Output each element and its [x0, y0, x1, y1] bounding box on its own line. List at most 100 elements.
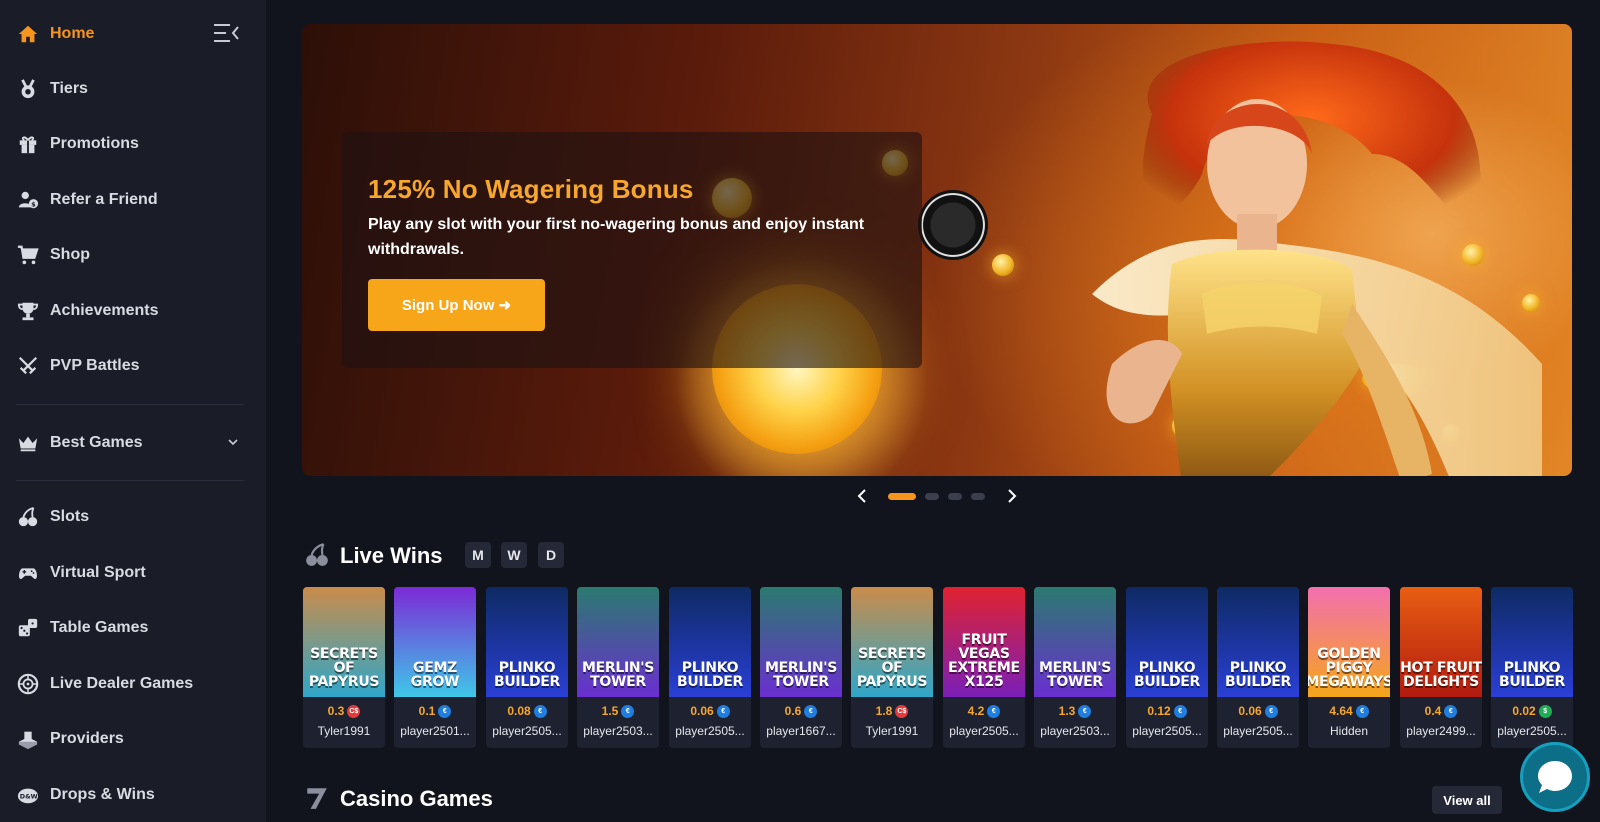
win-card[interactable]: PLINKO BUILDER 0.12 € player2505... — [1126, 587, 1208, 748]
sidebar-item-tiers[interactable]: Tiers — [16, 69, 246, 109]
period-month-button[interactable]: M — [465, 542, 491, 568]
seven-icon — [307, 788, 327, 809]
svg-text:$: $ — [31, 200, 36, 208]
winner-username: player2499... — [1406, 724, 1476, 738]
swords-icon — [16, 354, 40, 378]
period-week-button[interactable]: W — [501, 542, 527, 568]
win-card[interactable]: GEMZ GROW 0.1 € player2501... — [394, 587, 476, 748]
sign-up-now-button[interactable]: Sign Up Now ➜ — [368, 279, 545, 331]
game-thumbnail[interactable]: GOLDEN PIGGY MEGAWAYS — [1308, 587, 1390, 697]
refer-icon: $ — [16, 188, 40, 212]
win-card[interactable]: FRUIT VEGAS EXTREME X125 4.2 € player2505..… — [943, 587, 1025, 748]
game-thumbnail[interactable]: MERLIN'S TOWER — [760, 587, 842, 697]
currency-icon: € — [1078, 704, 1092, 718]
game-title: PLINKO BUILDER — [1224, 660, 1292, 690]
win-card[interactable]: SECRETS OF PAPYRUS 0.3 C$ Tyler1991 — [303, 587, 385, 748]
sidebar-item-refer-a-friend[interactable]: $ Refer a Friend — [16, 180, 246, 220]
win-amount-row: 1.5 € — [577, 704, 659, 718]
win-amount: 0.6 — [784, 704, 802, 718]
sidebar: Home Tiers Promotions $ Refer a Friend S… — [0, 0, 266, 822]
sidebar-item-achievements[interactable]: Achievements — [16, 291, 246, 331]
sidebar-item-pvp-battles[interactable]: PVP Battles — [16, 346, 246, 386]
win-amount: 0.06 — [1238, 704, 1262, 718]
winner-username: player2505... — [949, 724, 1019, 738]
win-card[interactable]: PLINKO BUILDER 0.06 € player2505... — [1217, 587, 1299, 748]
game-thumbnail[interactable]: HOT FRUIT DELIGHTS — [1400, 587, 1482, 697]
game-thumbnail[interactable]: PLINKO BUILDER — [1126, 587, 1208, 697]
game-thumbnail[interactable]: SECRETS OF PAPYRUS — [851, 587, 933, 697]
win-amount: 0.12 — [1147, 704, 1171, 718]
win-amount-row: 1.8 C$ — [851, 704, 933, 718]
sidebar-item-label: Refer a Friend — [50, 191, 158, 208]
sidebar-item-label: Achievements — [50, 302, 159, 319]
cherries-icon — [306, 543, 328, 566]
carousel-dot-4[interactable] — [971, 493, 985, 500]
cart-icon — [16, 243, 40, 267]
sidebar-item-best-games[interactable]: Best Games — [16, 423, 246, 463]
game-thumbnail[interactable]: PLINKO BUILDER — [1217, 587, 1299, 697]
currency-icon: € — [987, 704, 1001, 718]
game-thumbnail[interactable]: SECRETS OF PAPYRUS — [303, 587, 385, 697]
sidebar-item-home[interactable]: Home — [16, 14, 246, 54]
promo-title: 125% No Wagering Bonus — [368, 174, 694, 204]
sidebar-item-shop[interactable]: Shop — [16, 235, 246, 275]
game-thumbnail[interactable]: PLINKO BUILDER — [1491, 587, 1573, 697]
currency-icon: € — [804, 704, 818, 718]
sidebar-item-label: PVP Battles — [50, 357, 140, 374]
collapse-menu-icon[interactable] — [214, 22, 240, 44]
carousel-dot-2[interactable] — [925, 493, 939, 500]
winner-username: player1667... — [766, 724, 836, 738]
dice-icon — [16, 616, 40, 640]
game-thumbnail[interactable]: MERLIN'S TOWER — [577, 587, 659, 697]
win-amount: 0.06 — [690, 704, 714, 718]
winner-username: Tyler1991 — [865, 724, 919, 738]
game-thumbnail[interactable]: PLINKO BUILDER — [669, 587, 751, 697]
win-card[interactable]: MERLIN'S TOWER 1.5 € player2503... — [577, 587, 659, 748]
win-amount: 1.8 — [875, 704, 893, 718]
win-card[interactable]: SECRETS OF PAPYRUS 1.8 C$ Tyler1991 — [851, 587, 933, 748]
carousel-next-icon[interactable] — [1004, 488, 1020, 504]
sidebar-item-label: Providers — [50, 730, 124, 747]
winner-username: player2503... — [1040, 724, 1110, 738]
sidebar-item-table-games[interactable]: Table Games — [16, 608, 246, 648]
game-title: MERLIN'S TOWER — [764, 660, 838, 690]
sidebar-item-live-dealer-games[interactable]: Live Dealer Games — [16, 664, 246, 704]
carousel-dot-3[interactable] — [948, 493, 962, 500]
win-card[interactable]: GOLDEN PIGGY MEGAWAYS 4.64 € Hidden — [1308, 587, 1390, 748]
sidebar-item-slots[interactable]: Slots — [16, 497, 246, 537]
sidebar-item-label: Best Games — [50, 434, 143, 451]
carousel-prev-icon[interactable] — [854, 488, 870, 504]
win-card[interactable]: PLINKO BUILDER 0.02 $ player2505... — [1491, 587, 1573, 748]
win-card[interactable]: PLINKO BUILDER 0.08 € player2505... — [486, 587, 568, 748]
carousel-dot-1[interactable] — [888, 493, 916, 500]
sidebar-item-promotions[interactable]: Promotions — [16, 124, 246, 164]
period-day-button[interactable]: D — [538, 542, 564, 568]
sidebar-item-label: Drops & Wins — [50, 786, 155, 803]
coin-decoration — [992, 254, 1014, 276]
sidebar-item-providers[interactable]: Providers — [16, 719, 246, 759]
win-card[interactable]: PLINKO BUILDER 0.06 € player2505... — [669, 587, 751, 748]
game-thumbnail[interactable]: PLINKO BUILDER — [486, 587, 568, 697]
currency-icon: € — [1173, 704, 1187, 718]
cherries-icon — [16, 505, 40, 529]
sidebar-divider — [16, 404, 244, 405]
view-all-button[interactable]: View all — [1432, 786, 1502, 814]
game-thumbnail[interactable]: MERLIN'S TOWER — [1034, 587, 1116, 697]
sidebar-item-drops-wins[interactable]: D&W Drops & Wins — [16, 775, 246, 815]
sidebar-item-virtual-sport[interactable]: Virtual Sport — [16, 553, 246, 593]
win-amount: 0.3 — [327, 704, 345, 718]
winner-username: Hidden — [1329, 724, 1369, 738]
game-thumbnail[interactable]: GEMZ GROW — [394, 587, 476, 697]
chat-button[interactable] — [1520, 742, 1590, 812]
win-card[interactable]: HOT FRUIT DELIGHTS 0.4 € player2499... — [1400, 587, 1482, 748]
currency-icon: € — [621, 704, 635, 718]
game-title: SECRETS OF PAPYRUS — [308, 646, 380, 690]
chevron-down-icon[interactable] — [226, 435, 240, 449]
winner-username: player2505... — [675, 724, 745, 738]
winner-username: player2503... — [583, 724, 653, 738]
win-card[interactable]: MERLIN'S TOWER 0.6 € player1667... — [760, 587, 842, 748]
game-thumbnail[interactable]: FRUIT VEGAS EXTREME X125 — [943, 587, 1025, 697]
game-title: PLINKO BUILDER — [1133, 660, 1201, 690]
win-amount-row: 0.3 C$ — [303, 704, 385, 718]
win-card[interactable]: MERLIN'S TOWER 1.3 € player2503... — [1034, 587, 1116, 748]
